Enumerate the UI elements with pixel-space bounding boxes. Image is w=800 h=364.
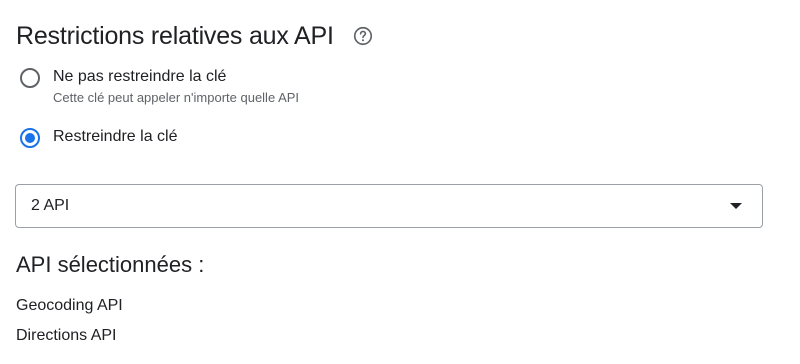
radio-option-no-restriction[interactable]: Ne pas restreindre la clé Cette clé peut… xyxy=(20,66,299,107)
list-item: Directions API xyxy=(16,327,117,344)
section-title: Restrictions relatives aux API xyxy=(16,21,334,50)
radio-option-restrict-key[interactable]: Restreindre la clé xyxy=(20,126,178,150)
selected-apis-title: API sélectionnées : xyxy=(16,252,205,277)
radio-description-no-restriction: Cette clé peut appeler n'importe quelle … xyxy=(53,90,300,105)
radio-unchecked-icon xyxy=(20,68,40,88)
arrow-drop-down-icon[interactable] xyxy=(730,203,742,209)
api-select-value: 2 API xyxy=(31,197,70,214)
selected-apis-list: Geocoding API Directions API xyxy=(16,291,123,351)
radio-text-restrict-key: Restreindre la clé xyxy=(53,126,178,148)
help-circle-icon[interactable] xyxy=(352,25,374,47)
radio-checked-icon xyxy=(20,128,40,148)
api-restrictions-panel: Restrictions relatives aux API Ne pas re… xyxy=(0,0,800,364)
list-item: Geocoding API xyxy=(16,297,123,314)
radio-button-restrict-key[interactable] xyxy=(18,126,42,150)
radio-label-restrict-key: Restreindre la clé xyxy=(53,128,178,145)
radio-label-no-restriction: Ne pas restreindre la clé xyxy=(53,68,227,85)
radio-button-no-restriction[interactable] xyxy=(18,66,42,90)
section-header: Restrictions relatives aux API xyxy=(16,18,374,54)
api-select-dropdown[interactable]: 2 API xyxy=(15,184,763,228)
radio-text-no-restriction: Ne pas restreindre la clé Cette clé peut… xyxy=(53,66,299,107)
